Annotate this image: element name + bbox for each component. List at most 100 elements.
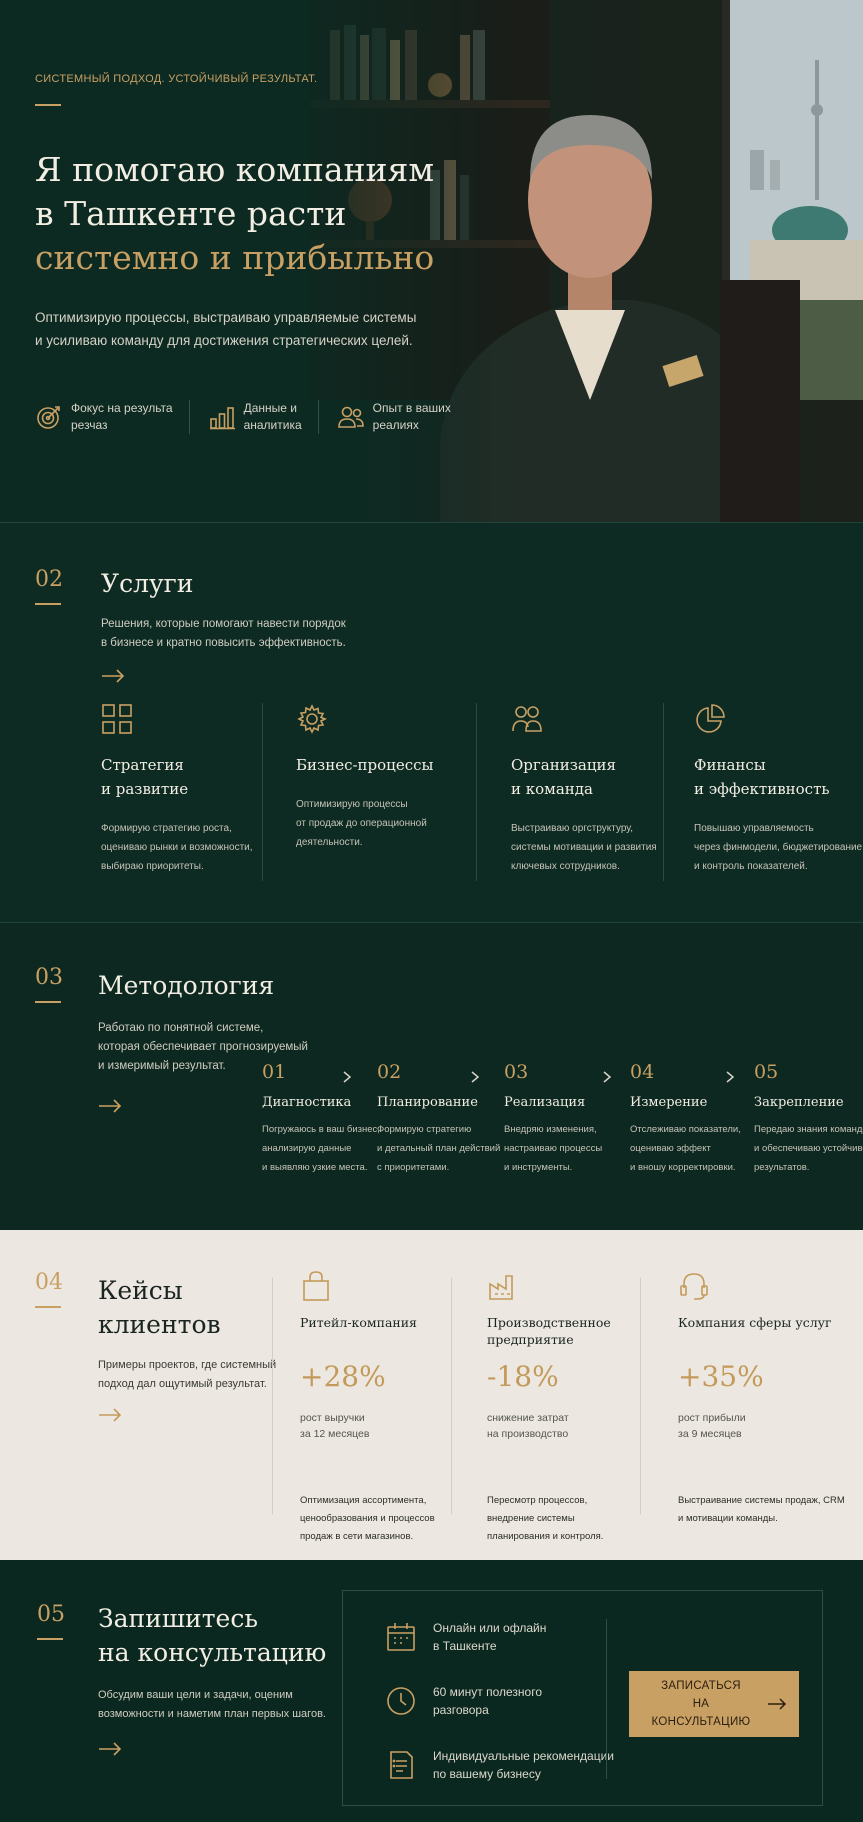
step-implementation: 03 Реализация Внедряю изменения, настраи… — [504, 1061, 602, 1177]
step-title: Закрепление — [754, 1095, 844, 1110]
section-title: Кейсы клиентов — [98, 1274, 221, 1342]
feature-divider — [317, 400, 319, 434]
hero-features: Фокус на результа резчаз Данные и аналит… — [35, 400, 467, 434]
step-description: Погружаюсь в ваш бизнес, анализирую данн… — [262, 1124, 380, 1173]
section-number-rule — [37, 1638, 63, 1640]
document-icon — [390, 1751, 413, 1779]
contact-item-format: Онлайн или офлайн в Ташкенте — [385, 1619, 546, 1655]
case-value: +28% — [300, 1360, 386, 1393]
hero-title: Я помогаю компаниям в Ташкенте расти сис… — [35, 148, 434, 280]
arrow-right-icon[interactable] — [98, 1099, 122, 1113]
factory-icon — [489, 1275, 513, 1300]
contact-item-line2: по вашему бизнесу — [433, 1767, 541, 1781]
team-icon — [512, 706, 542, 732]
section-subtitle-line2: в бизнесе и кратно повысить эффективност… — [101, 637, 346, 649]
section-title-line2: клиентов — [98, 1310, 221, 1339]
contact-item-line1: Индивидуальные рекомендации — [433, 1749, 615, 1763]
section-title: Запишитесь на консультацию — [98, 1602, 326, 1670]
step-number: 05 — [754, 1061, 779, 1083]
case-title: Компания сферы услуг — [678, 1315, 832, 1330]
section-title-line1: Кейсы — [98, 1276, 183, 1305]
feature-experience: Опыт в ваших реалиях — [337, 400, 467, 434]
step-planning: 02 Планирование Формирую стратегию и дет… — [377, 1061, 500, 1177]
feature-results-line2: резчаз — [71, 418, 108, 432]
service-card-strategy[interactable]: Стратегия и развитие Формирую стратегию … — [101, 703, 253, 876]
users-icon — [337, 406, 364, 428]
contact-item-line1: 60 минут полезного — [433, 1685, 543, 1699]
step-consolidation: 05 Закрепление Передаю знания команде и … — [754, 1061, 863, 1177]
contact-item-line1: Онлайн или офлайн — [433, 1621, 547, 1635]
section-number: 02 — [35, 567, 63, 592]
hero-subtitle-line1: Оптимизирую процессы, выстраиваю управля… — [35, 310, 417, 325]
case-value: +35% — [678, 1360, 764, 1393]
case-title: Производственное предприятие — [487, 1315, 611, 1347]
hero-title-line3: системно и прибыльно — [35, 238, 435, 277]
feature-experience-line1: Опыт в ваших — [372, 401, 451, 415]
cta-label: ЗАПИСАТЬСЯ НА КОНСУЛЬТАЦИЮ — [647, 1677, 755, 1731]
section-subtitle: Решения, которые помогают навести порядо… — [101, 615, 346, 653]
feature-data: Данные и аналитика — [208, 400, 318, 434]
case-description: Выстраивание системы продаж, CRM и мотив… — [678, 1495, 845, 1524]
section-subtitle-line1: Решения, которые помогают навести порядо… — [101, 618, 346, 630]
service-card-organization[interactable]: Организация и команда Выстраиваю оргстру… — [511, 703, 657, 876]
target-icon — [37, 406, 60, 429]
case-description: Оптимизация ассортимента, ценообразовани… — [300, 1495, 435, 1542]
book-consultation-button[interactable]: ЗАПИСАТЬСЯ НА КОНСУЛЬТАЦИЮ — [629, 1671, 799, 1737]
case-card-manufacturing[interactable]: Производственное предприятие -18% снижен… — [487, 1270, 611, 1542]
section-number-rule — [35, 1001, 61, 1003]
section-subtitle-line2: которая обеспечивает прогнозируемый — [98, 1041, 308, 1053]
step-title: Диагностика — [262, 1095, 352, 1110]
case-value: -18% — [487, 1360, 559, 1393]
service-card-finance[interactable]: Финансы и эффективность Повышаю управляе… — [694, 703, 862, 876]
section-title: Методология — [98, 971, 275, 1000]
section-number: 05 — [37, 1602, 65, 1627]
step-title: Измерение — [630, 1095, 708, 1110]
section-subtitle-line2: подход дал ощутимый результат. — [98, 1378, 267, 1390]
service-card-processes[interactable]: Бизнес-процессы Оптимизирую процессы от … — [296, 703, 433, 852]
arrow-right-icon[interactable] — [98, 1742, 122, 1756]
section-subtitle: Примеры проектов, где системный подход д… — [98, 1356, 276, 1394]
contact-item-line2: разговора — [433, 1703, 489, 1717]
section-subtitle-line1: Обсудим ваши цели и задачи, оценим — [98, 1689, 293, 1701]
hero-divider — [35, 104, 61, 106]
feature-data-line1: Данные и — [243, 401, 297, 415]
box-divider — [606, 1619, 607, 1779]
contact-section: 05 Запишитесь на консультацию Обсудим ва… — [0, 1560, 863, 1822]
case-metric: снижение затрат на производство — [487, 1412, 569, 1440]
step-description: Формирую стратегию и детальный план дейс… — [377, 1124, 501, 1173]
case-metric: рост выручки за 12 месяцев — [300, 1412, 370, 1440]
section-number: 03 — [35, 965, 63, 990]
column-divider — [262, 703, 263, 881]
section-subtitle-line1: Примеры проектов, где системный — [98, 1359, 277, 1371]
step-number: 03 — [504, 1061, 529, 1083]
feature-divider — [188, 400, 190, 434]
feature-experience-line2: реалиях — [372, 418, 419, 432]
arrow-right-icon[interactable] — [98, 1408, 122, 1422]
service-title: Организация и команда — [511, 756, 616, 798]
contact-item-recommendations: Индивидуальные рекомендации по вашему би… — [385, 1747, 614, 1783]
services-section: 02 Услуги Решения, которые помогают наве… — [0, 522, 863, 922]
service-title: Бизнес-процессы — [296, 756, 434, 774]
section-number-rule — [35, 1306, 61, 1308]
arrow-right-icon[interactable] — [101, 669, 125, 683]
service-title: Стратегия и развитие — [101, 756, 189, 798]
cases-section: 04 Кейсы клиентов Примеры проектов, где … — [0, 1230, 863, 1560]
feature-results: Фокус на результа резчаз — [35, 400, 189, 434]
step-description: Передаю знания команде и обеспечиваю уст… — [754, 1124, 863, 1173]
service-description: Оптимизирую процессы от продаж до операц… — [296, 799, 427, 848]
feature-results-line1: Фокус на результа — [71, 401, 173, 415]
case-metric: рост прибыли за 9 месяцев — [678, 1412, 746, 1440]
case-card-services[interactable]: Компания сферы услуг +35% рост прибыли з… — [678, 1270, 845, 1524]
step-number: 01 — [262, 1061, 287, 1083]
section-number-rule — [35, 603, 61, 605]
step-number: 02 — [377, 1061, 402, 1083]
chevron-right-icon — [471, 1071, 480, 1083]
hero-title-line1: Я помогаю компаниям — [35, 150, 435, 189]
section-number: 04 — [35, 1270, 63, 1295]
feature-data-line2: аналитика — [243, 418, 302, 432]
column-divider — [476, 703, 477, 881]
section-title-line1: Запишитесь — [98, 1604, 258, 1633]
column-divider — [451, 1278, 452, 1514]
section-subtitle-line1: Работаю по понятной системе, — [98, 1022, 264, 1034]
case-card-retail[interactable]: Ритейл-компания +28% рост выручки за 12 … — [300, 1270, 435, 1542]
